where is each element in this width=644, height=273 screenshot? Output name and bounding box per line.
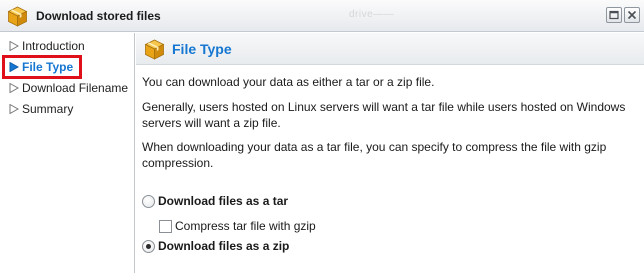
window-title: Download stored files	[36, 9, 161, 23]
title-bar: Download stored files drive——	[0, 0, 644, 32]
close-icon	[627, 10, 637, 20]
nav-item-download-filename[interactable]: Download Filename	[4, 79, 138, 97]
gzip-option[interactable]: Compress tar file with gzip	[159, 219, 316, 233]
zip-radio[interactable]	[142, 239, 155, 253]
active-step-highlight	[2, 55, 82, 79]
wizard-nav: Introduction File Type Download Filename…	[0, 33, 135, 273]
arrow-right-icon	[9, 104, 19, 114]
tar-option-label: Download files as a tar	[158, 194, 289, 208]
restore-icon	[609, 10, 619, 20]
arrow-right-icon	[9, 41, 19, 51]
compression-paragraph: When downloading your data as a tar file…	[142, 140, 607, 170]
step-content: File Type You can download your data as …	[136, 33, 644, 273]
section-title: File Type	[172, 41, 232, 57]
zip-option-label: Download files as a zip	[158, 239, 290, 253]
gzip-checkbox[interactable]	[159, 219, 172, 233]
restore-button[interactable]	[606, 7, 622, 23]
gzip-option-label: Compress tar file with gzip	[175, 219, 316, 233]
nav-item-introduction[interactable]: Introduction	[4, 37, 138, 55]
nav-item-summary[interactable]: Summary	[4, 100, 138, 118]
nav-item-label: Download Filename	[22, 81, 129, 95]
arrow-right-icon	[9, 83, 19, 93]
zip-option[interactable]: Download files as a zip	[142, 239, 289, 253]
nav-item-label: Introduction	[22, 39, 85, 53]
section-header: File Type	[136, 33, 644, 65]
background-ghost-text: drive——	[349, 9, 395, 20]
tar-option[interactable]: Download files as a tar	[142, 194, 288, 208]
platform-paragraph: Generally, users hosted on Linux servers…	[142, 100, 626, 130]
tar-radio[interactable]	[142, 194, 155, 208]
nav-item-label: Summary	[22, 102, 74, 116]
close-button[interactable]	[624, 7, 640, 23]
package-icon	[7, 6, 28, 27]
intro-paragraph: You can download your data as either a t…	[142, 75, 435, 89]
package-icon	[144, 39, 165, 60]
